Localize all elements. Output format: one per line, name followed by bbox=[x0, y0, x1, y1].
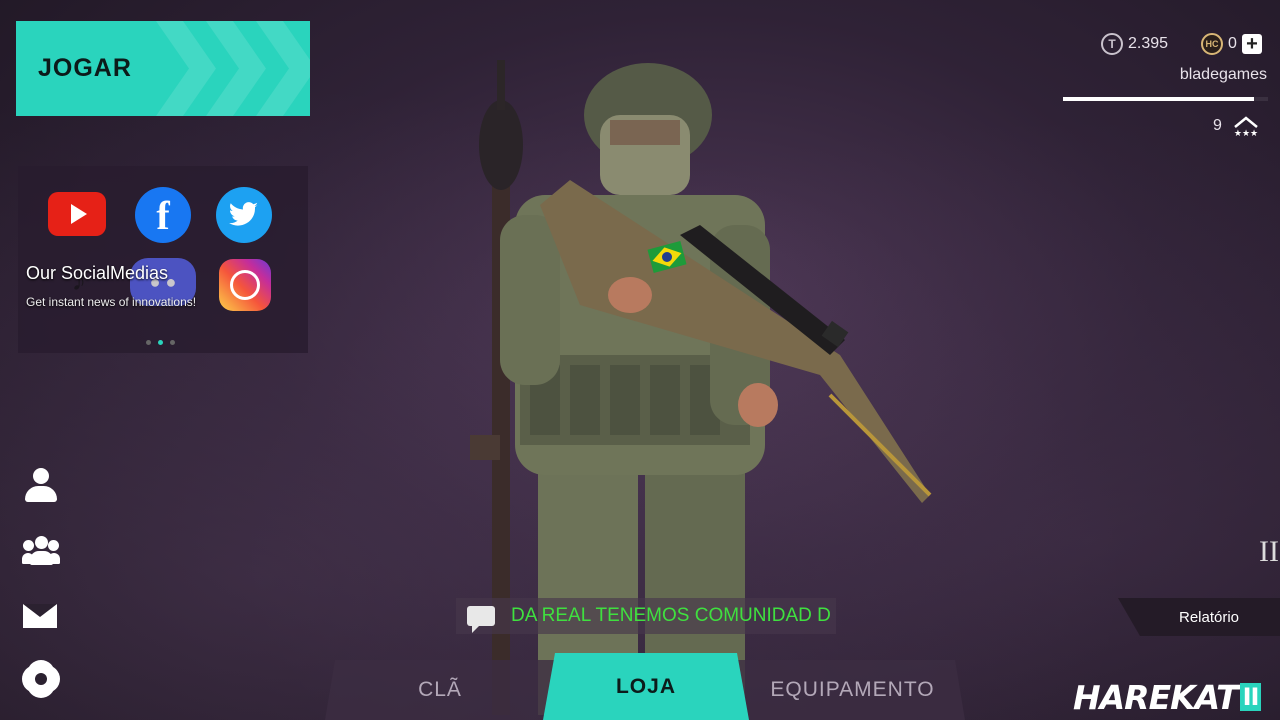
logo-text: HAREKAT bbox=[1073, 678, 1239, 717]
hc-currency: HC 0 + bbox=[1201, 33, 1262, 55]
youtube-icon[interactable] bbox=[48, 192, 106, 236]
social-card-title: Our SocialMedias bbox=[26, 263, 169, 283]
settings-icon[interactable] bbox=[22, 660, 60, 698]
pause-icon[interactable]: II bbox=[1259, 535, 1279, 569]
chat-bubble-icon bbox=[467, 606, 495, 633]
profile-icon[interactable] bbox=[22, 467, 60, 505]
player-level: 9 bbox=[1213, 117, 1222, 134]
hc-coin-icon: HC bbox=[1201, 33, 1223, 55]
mail-icon[interactable] bbox=[22, 600, 60, 638]
logo-suffix: II bbox=[1239, 683, 1262, 711]
twitter-icon[interactable] bbox=[216, 187, 272, 243]
facebook-icon[interactable]: f bbox=[135, 187, 191, 243]
svg-text:★★★: ★★★ bbox=[1234, 129, 1258, 137]
game-logo: HAREKAT II bbox=[1073, 678, 1262, 717]
friends-icon[interactable] bbox=[22, 534, 60, 572]
username: bladegames bbox=[1179, 66, 1267, 83]
social-card-subtitle: Get instant news of innovations! bbox=[26, 295, 197, 309]
social-media-card[interactable]: f ♪ ● ● Our SocialMedias Get instant new… bbox=[18, 166, 308, 353]
tab-loja[interactable]: LOJA bbox=[543, 653, 749, 720]
play-button[interactable]: JOGAR bbox=[16, 21, 310, 116]
xp-progress-bar bbox=[1063, 97, 1268, 101]
report-button[interactable]: Relatório bbox=[1118, 598, 1280, 636]
silver-amount: 2.395 bbox=[1128, 35, 1169, 52]
carousel-dots[interactable] bbox=[146, 340, 175, 345]
carousel-dot[interactable] bbox=[170, 340, 175, 345]
tab-cla[interactable]: CLÃ bbox=[380, 660, 500, 720]
chat-message: DA REAL TENEMOS COMUNIDAD D bbox=[511, 605, 831, 626]
carousel-dot-active[interactable] bbox=[158, 340, 163, 345]
xp-progress-fill bbox=[1063, 97, 1254, 101]
chat-ticker[interactable]: DA REAL TENEMOS COMUNIDAD D bbox=[456, 598, 836, 634]
carousel-dot[interactable] bbox=[146, 340, 151, 345]
instagram-icon[interactable] bbox=[219, 259, 271, 311]
tab-equipamento[interactable]: EQUIPAMENTO bbox=[760, 660, 945, 720]
hc-amount: 0 bbox=[1228, 35, 1237, 52]
silver-currency: T 2.395 bbox=[1101, 33, 1168, 55]
silver-coin-icon: T bbox=[1101, 33, 1123, 55]
rank-chevron-icon: ★★★ bbox=[1234, 116, 1258, 137]
chevron-right-icon bbox=[156, 21, 216, 116]
play-button-label: JOGAR bbox=[38, 54, 132, 82]
add-currency-button[interactable]: + bbox=[1241, 34, 1262, 54]
